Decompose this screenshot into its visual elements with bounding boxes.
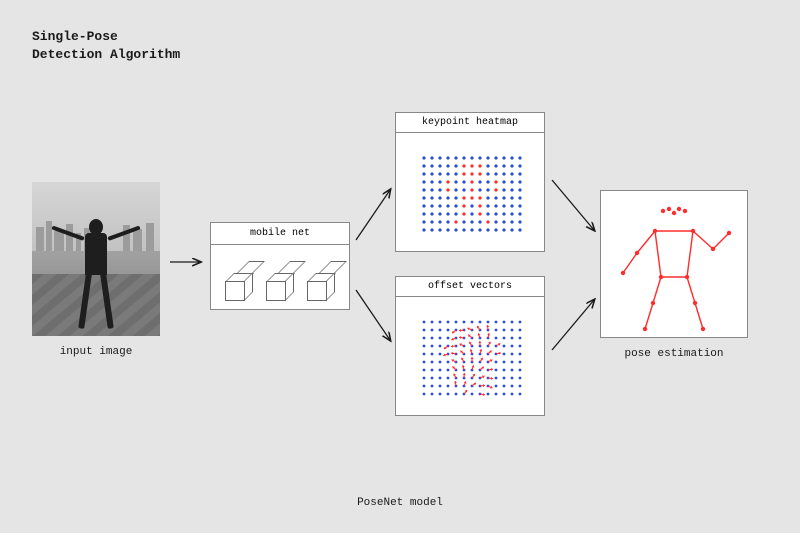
flow-arrows [0, 0, 800, 533]
